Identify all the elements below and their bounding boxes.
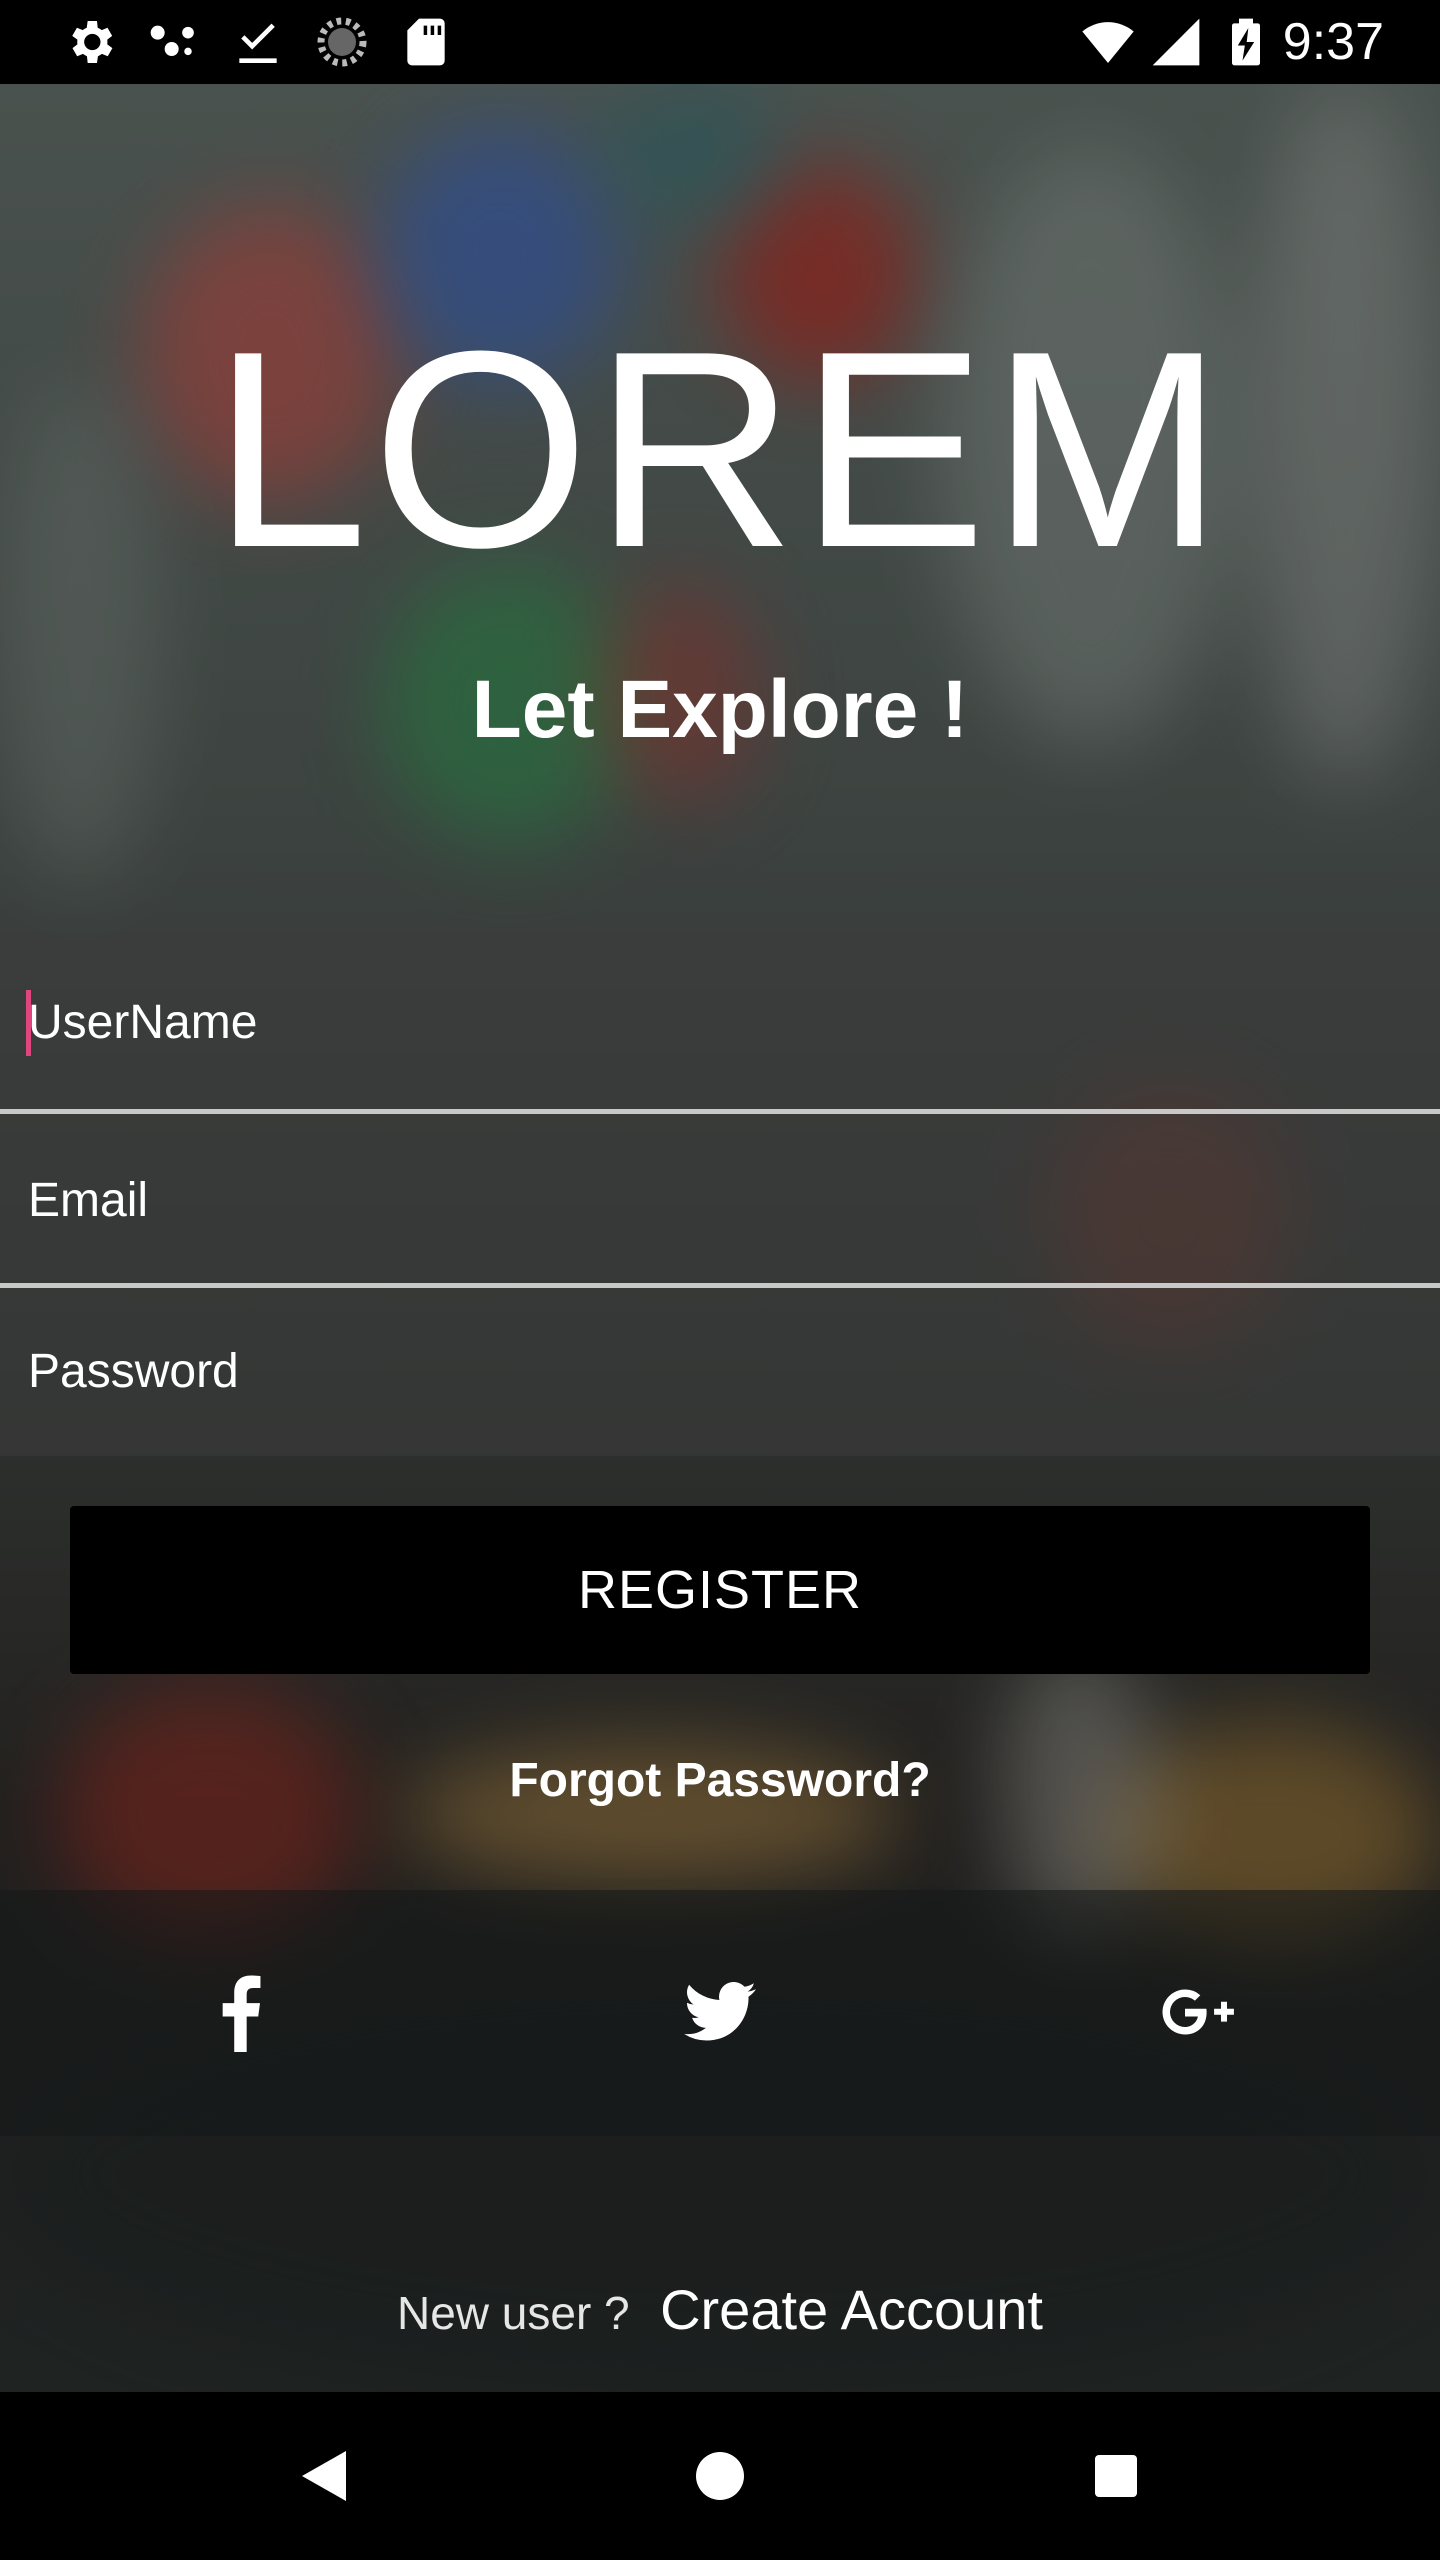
create-account-link[interactable]: Create Account xyxy=(660,2278,1043,2341)
register-button[interactable]: REGISTER xyxy=(70,1506,1370,1674)
register-screen: 9:37 LOREM Let Explore ! UserName Email … xyxy=(0,0,1440,2560)
email-field[interactable]: Email xyxy=(0,1114,1440,1288)
facebook-icon[interactable] xyxy=(180,1952,300,2072)
home-icon[interactable] xyxy=(678,2434,762,2518)
navigation-bar xyxy=(0,2392,1440,2560)
password-field[interactable]: Password xyxy=(0,1288,1440,1456)
settings-icon xyxy=(62,14,118,70)
google-plus-icon[interactable] xyxy=(1140,1952,1260,2072)
cell-signal-icon xyxy=(1148,14,1204,70)
battery-charging-icon xyxy=(1218,14,1274,70)
recents-icon[interactable] xyxy=(1074,2434,1158,2518)
wifi-icon xyxy=(1080,14,1136,70)
username-placeholder: UserName xyxy=(28,996,258,1049)
back-icon[interactable] xyxy=(282,2434,366,2518)
social-login-bar xyxy=(0,1890,1440,2136)
sync-progress-icon xyxy=(314,14,370,70)
status-bar: 9:37 xyxy=(0,0,1440,84)
password-placeholder: Password xyxy=(28,1345,239,1398)
forgot-password-link[interactable]: Forgot Password? xyxy=(0,1746,1440,1816)
new-user-row: New user ? Create Account xyxy=(0,2270,1440,2365)
tagline: Let Explore ! xyxy=(471,664,969,755)
username-field[interactable]: UserName xyxy=(0,932,1440,1114)
app-logo-text: LOREM xyxy=(212,294,1228,606)
download-done-icon xyxy=(230,14,286,70)
twitter-icon[interactable] xyxy=(660,1952,780,2072)
assistant-dots-icon xyxy=(146,14,202,70)
clock: 9:37 xyxy=(1282,13,1384,71)
sd-card-icon xyxy=(398,14,454,70)
new-user-label: New user ? xyxy=(396,2287,630,2339)
email-placeholder: Email xyxy=(28,1174,149,1227)
